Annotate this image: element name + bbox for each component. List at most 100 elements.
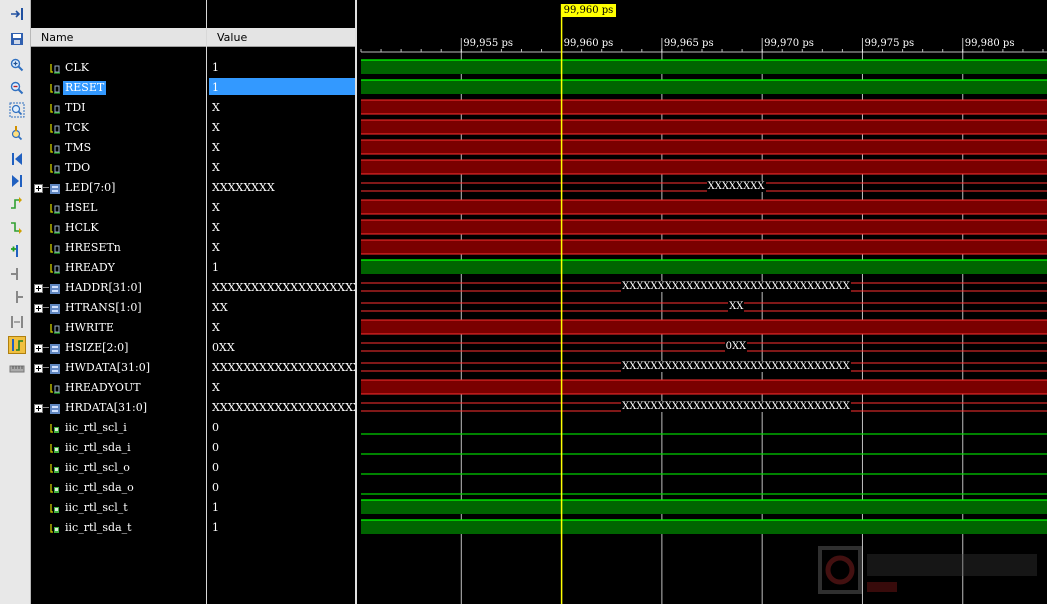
signal-row-iic-rtl-sda-i[interactable]: iic_rtl_sda_i [31, 438, 206, 458]
signal-row-iic-rtl-scl-t[interactable]: iic_rtl_scl_t [31, 498, 206, 518]
value-row-hwdata-31-0[interactable]: XXXXXXXXXXXXXXXXXXXXXXXXXXXXXXXX [207, 358, 355, 378]
value-row-hresetn[interactable]: X [207, 238, 355, 258]
unknown-level-fill [361, 240, 1047, 254]
signal-row-tdi[interactable]: TDI [31, 98, 206, 118]
value-row-tms[interactable]: X [207, 138, 355, 158]
value-row-hclk[interactable]: X [207, 218, 355, 238]
signal-row-hwdata-31-0[interactable]: HWDATA[31:0] [31, 358, 206, 378]
snap-transition-icon[interactable] [8, 336, 26, 354]
expand-toggle-icon[interactable] [34, 304, 43, 313]
value-column-header[interactable]: Value [207, 28, 355, 47]
signal-row-iic-rtl-sda-t[interactable]: iic_rtl_sda_t [31, 518, 206, 538]
signal-name: iic_rtl_sda_i [65, 441, 131, 454]
value-row-haddr-31-0[interactable]: XXXXXXXXXXXXXXXXXXXXXXXXXXXXXXXX [207, 278, 355, 298]
signal-value: 1 [212, 81, 219, 94]
signal-name: TDO [65, 161, 91, 174]
signal-row-hready[interactable]: HREADY [31, 258, 206, 278]
value-row-tck[interactable]: X [207, 118, 355, 138]
signal-icon [49, 440, 61, 453]
signal-row-hresetn[interactable]: HRESETn [31, 238, 206, 258]
add-marker-icon[interactable] [8, 242, 26, 260]
value-row-htrans-1-0[interactable]: XX [207, 298, 355, 318]
signal-row-htrans-1-0[interactable]: HTRANS[1:0] [31, 298, 206, 318]
expand-icon[interactable] [8, 5, 26, 23]
signal-row-iic-rtl-scl-o[interactable]: iic_rtl_scl_o [31, 458, 206, 478]
expand-toggle-icon[interactable] [34, 344, 43, 353]
signal-row-hreadyout[interactable]: HREADYOUT [31, 378, 206, 398]
signal-row-tms[interactable]: TMS [31, 138, 206, 158]
signal-name: iic_rtl_scl_t [65, 501, 128, 514]
signal-value: XXXXXXXXXXXXXXXXXXXXXXXXXXXXXXXX [212, 281, 355, 294]
bus-signal-icon [49, 360, 61, 374]
signal-name: CLK [65, 61, 89, 74]
signal-value: 1 [212, 521, 219, 534]
signal-name: iic_rtl_scl_o [65, 461, 130, 474]
go-to-end-icon[interactable] [8, 172, 26, 190]
signal-row-led-7-0[interactable]: LED[7:0] [31, 178, 206, 198]
signal-row-clk[interactable]: CLK [31, 58, 206, 78]
expand-toggle-icon[interactable] [34, 184, 43, 193]
high-level-fill [361, 260, 1047, 274]
signal-row-iic-rtl-sda-o[interactable]: iic_rtl_sda_o [31, 478, 206, 498]
expand-toggle-icon[interactable] [34, 364, 43, 373]
waveform-canvas[interactable] [357, 0, 1047, 604]
previous-transition-icon[interactable] [8, 195, 26, 213]
high-level-fill [361, 500, 1047, 514]
value-row-tdo[interactable]: X [207, 158, 355, 178]
value-row-hreadyout[interactable]: X [207, 378, 355, 398]
value-row-iic-rtl-sda-i[interactable]: 0 [207, 438, 355, 458]
signal-row-tck[interactable]: TCK [31, 118, 206, 138]
signal-row-hrdata-31-0[interactable]: HRDATA[31:0] [31, 398, 206, 418]
signal-row-hsel[interactable]: HSEL [31, 198, 206, 218]
signal-row-reset[interactable]: RESET [31, 78, 206, 98]
signal-name: HREADY [65, 261, 115, 274]
value-row-tdi[interactable]: X [207, 98, 355, 118]
unknown-level-fill [361, 220, 1047, 234]
signal-row-iic-rtl-scl-i[interactable]: iic_rtl_scl_i [31, 418, 206, 438]
signal-row-tdo[interactable]: TDO [31, 158, 206, 178]
value-row-iic-rtl-scl-o[interactable]: 0 [207, 458, 355, 478]
swap-cursors-icon[interactable] [8, 313, 26, 331]
signal-name: HADDR[31:0] [65, 281, 142, 294]
unknown-level-fill [361, 140, 1047, 154]
previous-marker-icon[interactable] [8, 265, 26, 283]
bus-value-label: XXXXXXXXXXXXXXXXXXXXXXXXXXXXXXXX [621, 401, 851, 412]
signal-icon [49, 240, 61, 254]
zoom-fit-icon[interactable] [8, 101, 26, 119]
signal-row-hclk[interactable]: HCLK [31, 218, 206, 238]
value-row-reset[interactable]: 1 [207, 78, 355, 98]
value-row-hready[interactable]: 1 [207, 258, 355, 278]
value-row-iic-rtl-sda-o[interactable]: 0 [207, 478, 355, 498]
value-row-hrdata-31-0[interactable]: XXXXXXXXXXXXXXXXXXXXXXXXXXXXXXXX [207, 398, 355, 418]
signal-name: TMS [65, 141, 92, 154]
expand-toggle-icon[interactable] [34, 284, 43, 293]
signal-value: 0 [212, 441, 219, 454]
signal-row-hwrite[interactable]: HWRITE [31, 318, 206, 338]
next-transition-icon[interactable] [8, 218, 26, 236]
signal-row-hsize-2-0[interactable]: HSIZE[2:0] [31, 338, 206, 358]
zoom-out-icon[interactable] [8, 79, 26, 97]
signal-name: LED[7:0] [65, 181, 116, 194]
value-row-led-7-0[interactable]: XXXXXXXX [207, 178, 355, 198]
value-row-iic-rtl-scl-i[interactable]: 0 [207, 418, 355, 438]
value-row-clk[interactable]: 1 [207, 58, 355, 78]
cursor-time-label[interactable]: 99,960 ps [560, 4, 617, 17]
next-marker-icon[interactable] [8, 288, 26, 306]
signal-row-haddr-31-0[interactable]: HADDR[31:0] [31, 278, 206, 298]
signal-icon [49, 520, 61, 533]
value-row-hsize-2-0[interactable]: 0XX [207, 338, 355, 358]
expand-toggle-icon[interactable] [34, 404, 43, 413]
floating-ruler-icon[interactable] [8, 360, 26, 378]
signal-icon [49, 120, 61, 134]
save-icon[interactable] [8, 30, 26, 48]
go-to-start-icon[interactable] [8, 150, 26, 168]
name-column-header[interactable]: Name [31, 28, 206, 47]
value-row-hwrite[interactable]: X [207, 318, 355, 338]
bus-signal-icon [49, 280, 61, 294]
value-row-iic-rtl-scl-t[interactable]: 1 [207, 498, 355, 518]
zoom-in-icon[interactable] [8, 56, 26, 74]
value-row-hsel[interactable]: X [207, 198, 355, 218]
waveform-pane[interactable]: 99,960 ps 99,955 ps 99,960 ps 99,965 ps 99,… [357, 0, 1047, 604]
zoom-cursor-icon[interactable] [8, 124, 26, 142]
value-row-iic-rtl-sda-t[interactable]: 1 [207, 518, 355, 538]
